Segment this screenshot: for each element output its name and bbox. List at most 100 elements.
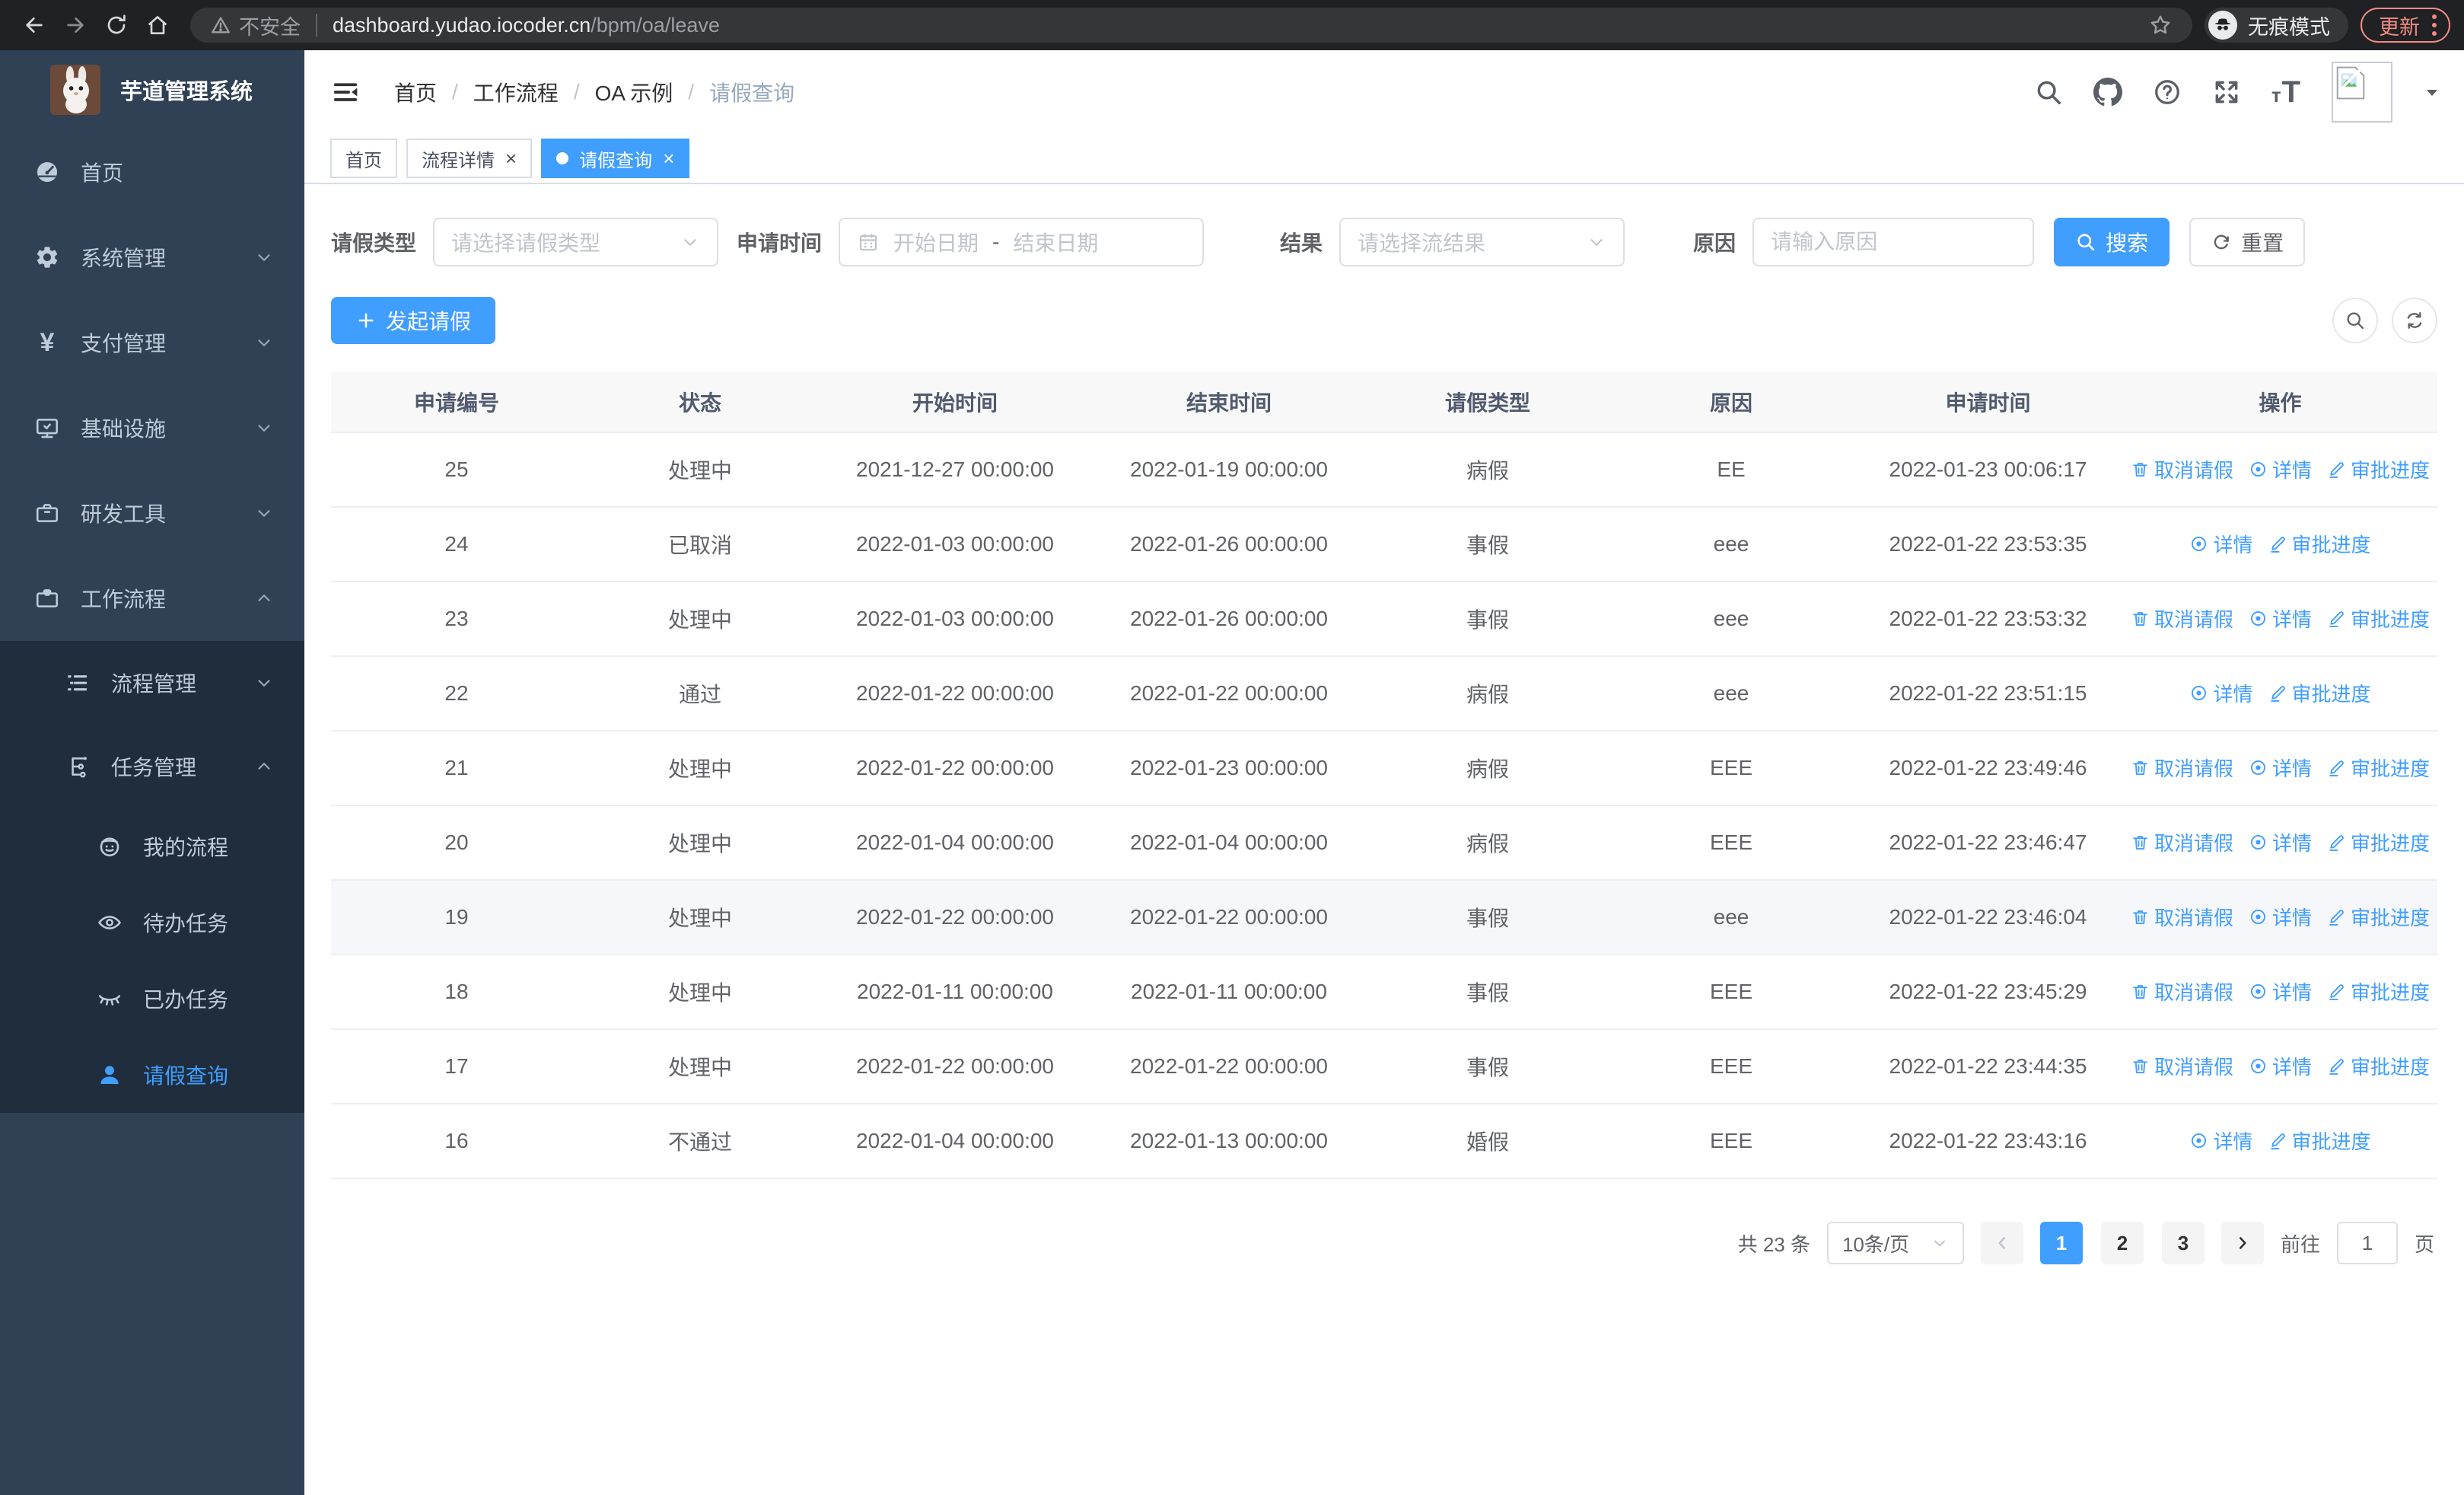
close-icon[interactable]: × [663, 148, 674, 168]
sidebar-item-process-mgmt[interactable]: 流程管理 [0, 641, 304, 725]
page-button-1[interactable]: 1 [2039, 1222, 2083, 1264]
action-detail[interactable]: 详情 [2249, 604, 2312, 633]
prev-page-button[interactable] [1980, 1222, 2023, 1264]
sidebar-item-system[interactable]: 系统管理 [0, 215, 304, 300]
action-progress[interactable]: 审批进度 [2327, 903, 2430, 931]
tab-leave-query[interactable]: 请假查询 × [541, 139, 690, 178]
cell-actions: 取消请假 详情 审批进度 [2123, 880, 2437, 955]
eye-open-icon [93, 910, 126, 936]
next-page-button[interactable] [2220, 1222, 2264, 1264]
cell-type: 婚假 [1366, 1104, 1609, 1179]
breadcrumb-item[interactable]: 首页 [394, 77, 437, 107]
github-icon[interactable] [2093, 78, 2122, 107]
action-detail[interactable]: 详情 [2249, 903, 2312, 931]
sidebar-item-my-process[interactable]: 我的流程 [0, 808, 304, 885]
tab-process-detail[interactable]: 流程详情 × [406, 139, 533, 178]
action-cancel[interactable]: 取消请假 [2131, 903, 2233, 931]
action-progress[interactable]: 审批进度 [2327, 1052, 2430, 1080]
sidebar-item-done-tasks[interactable]: 已办任务 [0, 961, 304, 1037]
breadcrumb-item[interactable]: OA 示例 [595, 77, 673, 107]
action-progress[interactable]: 审批进度 [2268, 530, 2371, 558]
page-button-2[interactable]: 2 [2100, 1222, 2144, 1264]
action-detail[interactable]: 详情 [2189, 1127, 2253, 1155]
action-progress[interactable]: 审批进度 [2268, 679, 2371, 707]
sidebar-item-leave-query[interactable]: 请假查询 [0, 1037, 304, 1113]
search-button[interactable]: 搜索 [2054, 218, 2170, 266]
sidebar-item-dev-tools[interactable]: 研发工具 [0, 470, 304, 556]
browser-menu-icon[interactable] [2432, 14, 2437, 36]
help-icon[interactable] [2153, 78, 2182, 107]
cell-reason: eee [1609, 656, 1853, 732]
cell-applied: 2022-01-22 23:44:35 [1853, 1029, 2123, 1105]
action-progress[interactable]: 审批进度 [2327, 455, 2430, 483]
action-detail[interactable]: 详情 [2249, 1052, 2312, 1080]
cell-type: 病假 [1366, 731, 1609, 806]
show-search-toggle-button[interactable] [2332, 298, 2378, 343]
sidebar-item-todo-tasks[interactable]: 待办任务 [0, 885, 304, 961]
reset-button[interactable]: 重置 [2189, 218, 2306, 266]
browser-home-button[interactable] [137, 5, 178, 46]
avatar[interactable] [2332, 62, 2392, 123]
cell-status: 处理中 [582, 805, 818, 881]
cell-reason: EEE [1609, 1029, 1853, 1105]
cell-actions: 取消请假 详情 审批进度 [2123, 805, 2437, 881]
bookmark-star-icon[interactable] [2148, 13, 2173, 37]
search-icon[interactable] [2034, 78, 2063, 107]
create-leave-button[interactable]: 发起请假 [331, 297, 496, 344]
view-icon [2249, 907, 2268, 926]
action-detail[interactable]: 详情 [2249, 455, 2312, 483]
result-select[interactable]: 请选择流结果 [1339, 218, 1625, 266]
apply-time-range-picker[interactable]: 开始日期 - 结束日期 [839, 218, 1205, 266]
browser-forward-button[interactable] [55, 5, 96, 46]
action-progress[interactable]: 审批进度 [2327, 977, 2430, 1006]
refresh-table-button[interactable] [2392, 298, 2437, 343]
url-text: dashboard.yudao.iocoder.cn/bpm/oa/leave [333, 14, 720, 37]
page-size-value: 10条/页 [1842, 1232, 1910, 1256]
browser-update-button[interactable]: 更新 [2361, 8, 2450, 43]
browser-back-button[interactable] [14, 5, 55, 46]
tab-home[interactable]: 首页 [330, 139, 397, 178]
goto-page-input[interactable] [2336, 1222, 2398, 1264]
action-progress[interactable]: 审批进度 [2268, 1127, 2371, 1155]
action-cancel[interactable]: 取消请假 [2131, 1052, 2233, 1080]
cell-applied: 2022-01-22 23:46:47 [1853, 805, 2123, 881]
sidebar-item-task-mgmt[interactable]: 任务管理 [0, 725, 304, 808]
action-progress[interactable]: 审批进度 [2327, 828, 2430, 856]
action-cancel[interactable]: 取消请假 [2131, 754, 2233, 782]
sidebar-item-label: 系统管理 [81, 247, 167, 270]
action-progress[interactable]: 审批进度 [2327, 754, 2430, 782]
page-button-3[interactable]: 3 [2161, 1222, 2205, 1264]
leave-type-select[interactable]: 请选择请假类型 [433, 218, 719, 266]
action-cancel[interactable]: 取消请假 [2131, 604, 2233, 633]
end-date-placeholder: 结束日期 [1013, 231, 1099, 255]
action-detail[interactable]: 详情 [2249, 828, 2312, 856]
cell-start: 2022-01-22 00:00:00 [818, 1029, 1092, 1105]
sidebar-item-home[interactable]: 首页 [0, 129, 304, 215]
topbar: 首页 / 工作流程 / OA 示例 / 请假查询 тT [304, 50, 2464, 134]
table-row: 24 已取消 2022-01-03 00:00:00 2022-01-26 00:00… [331, 507, 2437, 582]
browser-reload-button[interactable] [96, 5, 137, 46]
breadcrumb-item[interactable]: 工作流程 [473, 77, 559, 107]
sidebar-item-workflow[interactable]: 工作流程 [0, 556, 304, 641]
reason-input[interactable] [1771, 230, 2017, 254]
sidebar-item-payment[interactable]: ¥ 支付管理 [0, 300, 304, 385]
collapse-sidebar-icon[interactable] [330, 77, 361, 107]
action-progress[interactable]: 审批进度 [2327, 604, 2430, 633]
sidebar-item-infrastructure[interactable]: 基础设施 [0, 385, 304, 470]
action-cancel[interactable]: 取消请假 [2131, 828, 2233, 856]
action-detail[interactable]: 详情 [2189, 530, 2253, 558]
action-cancel[interactable]: 取消请假 [2131, 977, 2233, 1006]
url-bar[interactable]: 不安全 dashboard.yudao.iocoder.cn/bpm/oa/le… [190, 8, 2192, 43]
close-icon[interactable]: × [505, 148, 517, 168]
action-detail[interactable]: 详情 [2249, 977, 2312, 1006]
font-size-icon[interactable]: тT [2271, 75, 2301, 110]
tab-label: 请假查询 [579, 150, 653, 171]
sidebar-item-label: 首页 [81, 161, 124, 185]
chevron-up-icon [254, 757, 274, 776]
action-detail[interactable]: 详情 [2189, 679, 2253, 707]
action-detail[interactable]: 详情 [2249, 754, 2312, 782]
fullscreen-icon[interactable] [2212, 78, 2241, 107]
action-cancel[interactable]: 取消请假 [2131, 455, 2233, 483]
page-size-select[interactable]: 10条/页 [1826, 1222, 1964, 1264]
avatar-caret-icon[interactable] [2423, 83, 2441, 101]
